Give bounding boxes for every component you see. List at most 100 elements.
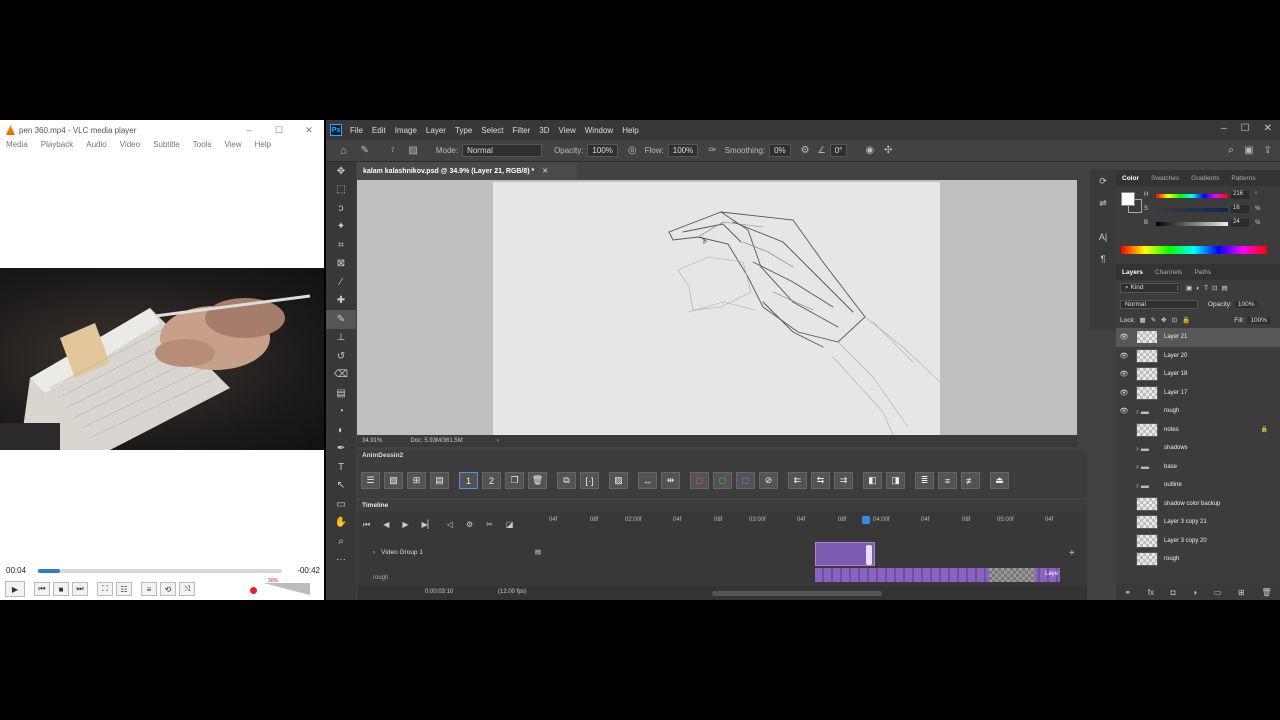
clip-handle[interactable] xyxy=(866,545,872,565)
angle-field[interactable]: 0° xyxy=(829,144,848,157)
eraser-tool-icon[interactable]: ⌫ xyxy=(326,366,356,385)
more-tools-icon[interactable]: ··· xyxy=(326,551,356,570)
anim-next-key-icon[interactable]: ⇉ xyxy=(834,472,853,489)
vlc-menu-tools[interactable]: Tools xyxy=(193,140,212,154)
anim-list3-icon[interactable]: ≢ xyxy=(961,472,980,489)
loop-icon[interactable]: ⟲ xyxy=(160,582,176,596)
anim-onion-icon[interactable]: ▧ xyxy=(384,472,403,489)
play-icon[interactable]: ▶ xyxy=(5,581,25,597)
gradient-tool-icon[interactable]: ▤ xyxy=(326,384,356,403)
visibility-eye-icon[interactable]: 👁 xyxy=(1116,407,1132,415)
folder-icon[interactable]: › ▬ xyxy=(1136,444,1158,453)
path-select-tool-icon[interactable]: ↖ xyxy=(326,477,356,496)
go-first-frame-icon[interactable]: ⏮ xyxy=(363,520,370,530)
hand-tool-icon[interactable]: ✋ xyxy=(326,514,356,533)
timecode[interactable]: 0:00:03:10 xyxy=(425,589,453,595)
tab-swatches[interactable]: Swatches xyxy=(1145,175,1185,182)
add-mask-icon[interactable]: ◘ xyxy=(1171,588,1176,597)
smoothing-field[interactable]: 0% xyxy=(769,144,791,157)
workspace-icon[interactable]: ▣ xyxy=(1244,145,1253,156)
layer-row[interactable]: rough xyxy=(1116,550,1280,569)
lasso-tool-icon[interactable]: ↄ xyxy=(326,199,356,218)
timeline-scrollbar[interactable] xyxy=(712,591,882,596)
anim-export-icon[interactable]: ⏏ xyxy=(990,472,1009,489)
gear-icon[interactable]: ⚙ xyxy=(801,145,810,156)
anim-new-frame-2-icon[interactable]: 2 xyxy=(482,472,501,489)
vlc-menu-subtitle[interactable]: Subtitle xyxy=(153,140,180,154)
new-layer-icon[interactable]: ⊞ xyxy=(1238,588,1245,597)
pressure-size-icon[interactable]: ◉ xyxy=(865,145,874,156)
anim-delete-icon[interactable]: 🗑 xyxy=(528,472,547,489)
layer-row[interactable]: shadow color backup xyxy=(1116,495,1280,514)
symmetry-icon[interactable]: ✣ xyxy=(884,145,892,156)
ps-menu-filter[interactable]: Filter xyxy=(513,126,531,135)
folder-icon[interactable]: › ▬ xyxy=(1136,481,1158,490)
layer-group-row[interactable]: › ▬ outline xyxy=(1116,476,1280,495)
frame-tool-icon[interactable]: ⊠ xyxy=(326,255,356,274)
shuffle-icon[interactable]: ⤨ xyxy=(179,582,195,596)
brightness-slider[interactable] xyxy=(1156,222,1228,226)
anim-duplicate-icon[interactable]: ❐ xyxy=(505,472,524,489)
anim-new-frame-1-icon[interactable]: 1 xyxy=(459,472,478,489)
tab-paths[interactable]: Paths xyxy=(1188,269,1217,276)
layer-group-row[interactable]: › ▬ base xyxy=(1116,458,1280,477)
layer-row[interactable]: 👁 Layer 18 xyxy=(1116,365,1280,384)
anim-list2-icon[interactable]: ≡ xyxy=(938,472,957,489)
playhead[interactable] xyxy=(862,516,870,524)
tab-color[interactable]: Color xyxy=(1116,175,1145,182)
timeline-settings-icon[interactable]: ⚙ xyxy=(466,520,473,530)
anim-trim-left-icon[interactable]: ◧ xyxy=(863,472,882,489)
dodge-tool-icon[interactable]: ◐ xyxy=(326,421,356,440)
visibility-eye-icon[interactable]: 👁 xyxy=(1116,352,1132,360)
anim-frame-bracket-icon[interactable]: [·] xyxy=(580,472,599,489)
filter-icons[interactable]: ▣◐T⊡▤ xyxy=(1186,284,1232,292)
anim-trim-right-icon[interactable]: ◨ xyxy=(886,472,905,489)
mute-icon[interactable] xyxy=(250,587,257,594)
ps-menu-view[interactable]: View xyxy=(559,126,576,135)
anim-grid-icon[interactable]: ⊞ xyxy=(407,472,426,489)
track-menu-icon[interactable]: ▤ xyxy=(535,548,541,556)
ps-maximize-icon[interactable]: ☐ xyxy=(1241,123,1250,134)
anim-span-icon[interactable]: ↔ xyxy=(638,472,657,489)
folder-icon[interactable]: › ▬ xyxy=(1136,407,1158,416)
history-brush-icon[interactable]: ↺ xyxy=(326,347,356,366)
transition-icon[interactable]: ◪ xyxy=(506,520,514,530)
timeline-play-icon[interactable]: ▶ xyxy=(402,520,408,530)
link-layers-icon[interactable]: ⚭ xyxy=(1124,588,1131,597)
layer-row[interactable]: Layer 3 copy 20 xyxy=(1116,532,1280,551)
saturation-value[interactable]: 16 xyxy=(1231,205,1249,213)
close-icon[interactable]: ✕ xyxy=(294,125,324,136)
audio-icon[interactable]: ◁ xyxy=(447,520,453,530)
pen-tool-icon[interactable]: ✒ xyxy=(326,440,356,459)
anim-prev-key-icon[interactable]: ⇇ xyxy=(788,472,807,489)
foreground-color-swatch[interactable] xyxy=(1121,192,1135,206)
vlc-menu-media[interactable]: Media xyxy=(6,140,28,154)
minimize-icon[interactable]: – xyxy=(234,125,264,136)
lock-icons[interactable]: ▦✎✥⊡🔒 xyxy=(1140,316,1196,324)
volume-slider[interactable] xyxy=(264,583,310,595)
zoom-level[interactable]: 34.91% xyxy=(362,438,382,444)
vlc-titlebar[interactable]: pen 360.mp4 - VLC media player – ☐ ✕ xyxy=(0,120,324,140)
layer-kind-filter[interactable]: ⌕ Kind xyxy=(1120,283,1178,293)
saturation-slider[interactable] xyxy=(1156,208,1228,212)
layer-row[interactable]: Layer 3 copy 21 xyxy=(1116,513,1280,532)
fill-field[interactable]: 100% xyxy=(1247,316,1270,324)
hue-slider[interactable] xyxy=(1156,194,1228,198)
layer-row[interactable]: 👁 Layer 17 xyxy=(1116,384,1280,403)
expand-chevron-icon[interactable]: › xyxy=(373,549,375,556)
visibility-eye-icon[interactable]: 👁 xyxy=(1116,370,1132,378)
opacity-field[interactable]: 100% xyxy=(587,144,618,157)
crop-tool-icon[interactable]: ⌗ xyxy=(326,236,356,255)
onion-red-icon[interactable]: ◻ xyxy=(690,472,709,489)
track-video-group-1[interactable]: › Video Group 1 ▤ xyxy=(357,544,549,560)
vlc-menu-view[interactable]: View xyxy=(224,140,241,154)
ps-menu-help[interactable]: Help xyxy=(622,126,638,135)
marquee-tool-icon[interactable]: ⬚ xyxy=(326,181,356,200)
next-frame-icon[interactable]: ▶▏ xyxy=(422,520,434,530)
brush-tool-icon[interactable]: ✎ xyxy=(361,145,369,156)
ps-close-icon[interactable]: ✕ xyxy=(1264,123,1272,134)
zoom-tool-icon[interactable]: ⌕ xyxy=(326,532,356,551)
playlist-icon[interactable]: ≡ xyxy=(141,582,157,596)
previous-icon[interactable]: ⏮ xyxy=(34,582,50,596)
vlc-menu-help[interactable]: Help xyxy=(255,140,271,154)
